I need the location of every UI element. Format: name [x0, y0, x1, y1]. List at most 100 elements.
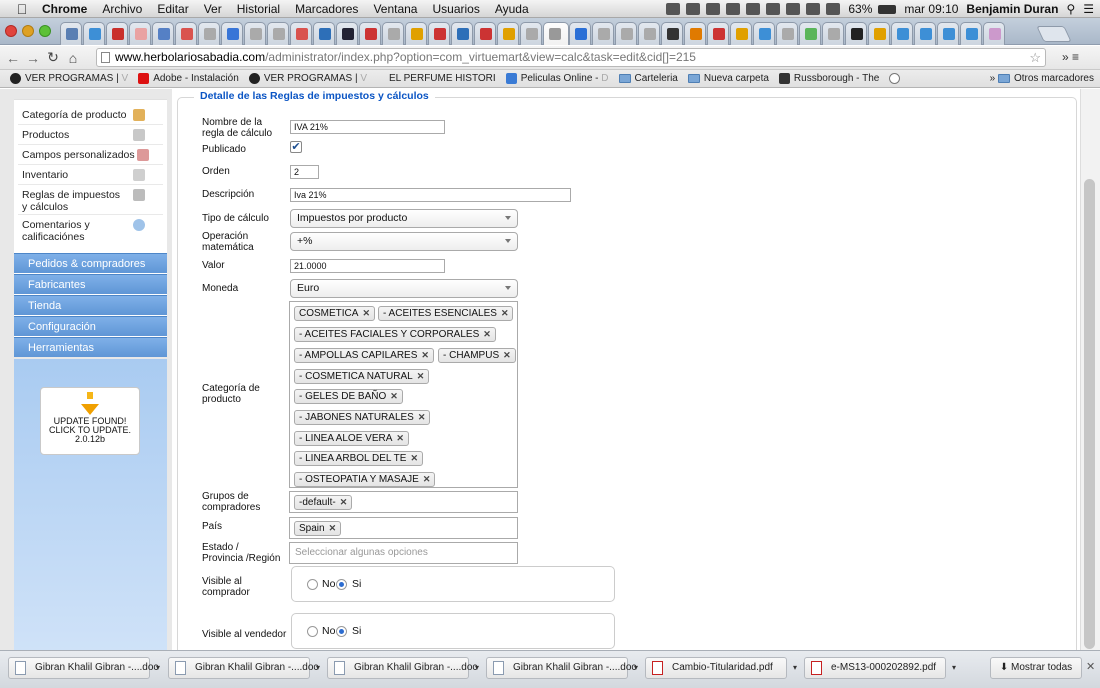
browser-tab[interactable]	[198, 22, 220, 45]
browser-tab[interactable]	[615, 22, 637, 45]
name-input[interactable]: IVA 21%	[290, 120, 445, 134]
browser-tab[interactable]	[914, 22, 936, 45]
category-chip[interactable]: COSMETICA ✕	[294, 306, 375, 321]
dropbox-icon[interactable]	[666, 3, 681, 15]
category-chip[interactable]: - ACEITES FACIALES Y CORPORALES ✕	[294, 327, 496, 342]
download-item[interactable]: Gibran Khalil Gibran -....doc ▾	[327, 657, 479, 679]
category-multiselect[interactable]: COSMETICA ✕ - ACEITES ESENCIALES ✕ - ACEIT…	[289, 301, 518, 488]
new-tab-button[interactable]	[1036, 26, 1072, 42]
browser-tab[interactable]	[822, 22, 844, 45]
published-checkbox[interactable]: ✔	[290, 141, 302, 153]
browser-tab[interactable]	[799, 22, 821, 45]
visible-vendor-yes-radio[interactable]	[336, 626, 347, 637]
browser-tab[interactable]	[382, 22, 404, 45]
math-op-select[interactable]: +%	[290, 232, 518, 251]
menu-editar[interactable]: Editar	[157, 2, 188, 16]
spotlight-icon[interactable]: ⚲	[1066, 2, 1075, 16]
browser-tab[interactable]	[129, 22, 151, 45]
remove-icon[interactable]: ✕	[362, 308, 370, 318]
sidebar-item-custom-fields[interactable]: Campos personalizados	[14, 149, 167, 161]
remove-icon[interactable]: ✕	[410, 453, 418, 463]
download-item[interactable]: e-MS13-000202892.pdf ▾	[804, 657, 956, 679]
download-item[interactable]: Gibran Khalil Gibran -....doc ▾	[8, 657, 160, 679]
menu-ayuda[interactable]: Ayuda	[495, 2, 529, 16]
chevron-down-icon[interactable]: ▾	[947, 658, 961, 678]
sidebar-item-reviews[interactable]: Comentarios y calificaciónes	[14, 219, 145, 243]
download-item[interactable]: Gibran Khalil Gibran -....doc ▾	[168, 657, 320, 679]
sync-icon[interactable]	[726, 3, 741, 15]
bluetooth-icon[interactable]	[766, 3, 781, 15]
groups-multiselect[interactable]: -default- ✕	[289, 491, 518, 513]
minimize-window-button[interactable]	[22, 25, 34, 37]
bookmark-item[interactable]: EL PERFUME HISTORI	[389, 73, 496, 84]
browser-tab[interactable]	[776, 22, 798, 45]
browser-tab[interactable]	[497, 22, 519, 45]
address-bar[interactable]: www.herbolariosabadia.com/administrator/…	[96, 48, 1046, 67]
chevron-down-icon[interactable]: ▾	[311, 658, 325, 678]
state-multiselect[interactable]: Seleccionar algunas opciones	[289, 542, 518, 564]
back-icon[interactable]: ←	[6, 50, 20, 66]
apple-icon[interactable]: 	[14, 1, 30, 17]
browser-tab[interactable]	[638, 22, 660, 45]
bookmark-item[interactable]: VER PROGRAMAS | V	[248, 73, 367, 84]
order-input[interactable]: 2	[290, 165, 319, 179]
remove-icon[interactable]: ✕	[421, 350, 429, 360]
chevron-down-icon[interactable]: ▾	[151, 658, 165, 678]
remove-icon[interactable]: ✕	[483, 329, 491, 339]
remove-icon[interactable]: ✕	[501, 308, 509, 318]
description-input[interactable]: Iva 21%	[290, 188, 571, 202]
bookmark-item[interactable]: VER PROGRAMAS | V	[10, 73, 128, 84]
menu-ver[interactable]: Ver	[204, 2, 222, 16]
currency-select[interactable]: Euro	[290, 279, 518, 298]
sidebar-item-tax-rules[interactable]: Reglas de impuestos y cálculos	[14, 189, 145, 213]
browser-tab[interactable]	[937, 22, 959, 45]
sidebar-section-tools[interactable]: Herramientas	[14, 337, 167, 357]
menu-chrome[interactable]: Chrome	[42, 2, 87, 16]
browser-tab[interactable]	[684, 22, 706, 45]
active-tab[interactable]	[543, 22, 569, 45]
bookmark-folder[interactable]: Nueva carpeta	[687, 73, 769, 84]
time-machine-icon[interactable]	[746, 3, 761, 15]
browser-tab[interactable]	[106, 22, 128, 45]
country-multiselect[interactable]: Spain ✕	[289, 517, 518, 539]
reload-icon[interactable]: ↻	[46, 49, 60, 66]
other-bookmarks[interactable]: » Otros marcadores	[990, 73, 1094, 84]
browser-tab[interactable]	[359, 22, 381, 45]
browser-tab[interactable]	[428, 22, 450, 45]
browser-tab[interactable]	[313, 22, 335, 45]
category-chip[interactable]: - GELES DE BAÑO ✕	[294, 389, 403, 404]
category-chip[interactable]: - AMPOLLAS CAPILARES ✕	[294, 348, 434, 363]
browser-tab[interactable]	[290, 22, 312, 45]
chevron-down-icon[interactable]: ▾	[629, 658, 643, 678]
bookmark-item[interactable]: Adobe - Instalación	[138, 73, 239, 84]
bookmark-item[interactable]	[889, 73, 904, 84]
scrollbar-thumb[interactable]	[1084, 179, 1095, 649]
browser-tab[interactable]	[336, 22, 358, 45]
category-chip[interactable]: - ACEITES ESENCIALES ✕	[378, 306, 514, 321]
browser-tab[interactable]	[592, 22, 614, 45]
remove-icon[interactable]: ✕	[396, 433, 404, 443]
visible-vendor-no-radio[interactable]	[307, 626, 318, 637]
display-icon[interactable]	[826, 3, 841, 15]
visible-buyer-no-radio[interactable]	[307, 579, 318, 590]
remove-icon[interactable]: ✕	[417, 371, 425, 381]
browser-tab[interactable]	[868, 22, 890, 45]
browser-tab[interactable]	[707, 22, 729, 45]
browser-tab[interactable]	[267, 22, 289, 45]
menu-ventana[interactable]: Ventana	[373, 2, 417, 16]
battery-percent[interactable]: 63%	[848, 2, 872, 16]
chevron-down-icon[interactable]: ▾	[470, 658, 484, 678]
home-icon[interactable]: ⌂	[66, 50, 80, 66]
sidebar-item-inventory[interactable]: Inventario	[14, 169, 167, 181]
browser-tab[interactable]	[730, 22, 752, 45]
value-input[interactable]: 21.0000	[290, 259, 445, 273]
sidebar-section-manufacturers[interactable]: Fabricantes	[14, 274, 167, 294]
browser-tab[interactable]	[474, 22, 496, 45]
close-window-button[interactable]	[5, 25, 17, 37]
sidebar-item-category[interactable]: Categoría de producto	[14, 109, 167, 121]
wifi-icon[interactable]	[786, 3, 801, 15]
notification-center-icon[interactable]: ☰	[1083, 2, 1094, 16]
zoom-window-button[interactable]	[39, 25, 51, 37]
category-chip[interactable]: - LINEA ALOE VERA ✕	[294, 431, 409, 446]
browser-tab[interactable]	[983, 22, 1005, 45]
